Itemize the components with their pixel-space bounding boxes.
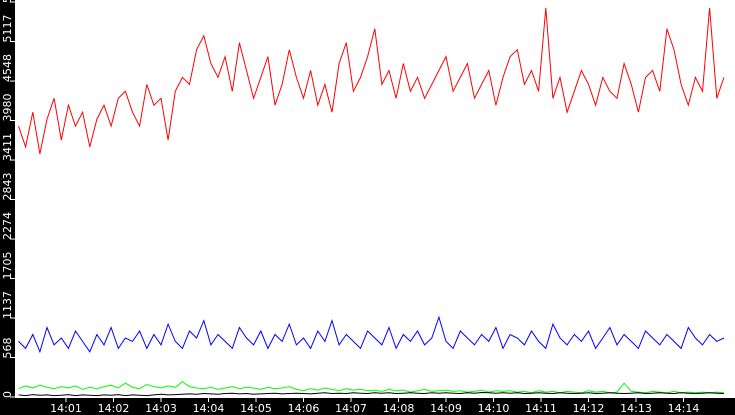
x-tick-label: 14:02	[98, 402, 130, 415]
line-chart: 0 568 1137 1705 2274 2843 3411 3980 4548 5117 5686…	[0, 0, 735, 415]
x-tick-label: 14:13	[620, 402, 652, 415]
x-tick-label: 14:05	[240, 402, 272, 415]
x-tick-label: 14:08	[383, 402, 415, 415]
y-tick-label: 568	[1, 338, 14, 359]
y-tick-label: 3411	[1, 133, 14, 161]
x-tick-label: 14:11	[525, 402, 557, 415]
y-tick-label: 2843	[1, 173, 14, 201]
x-tick-label: 14:06	[288, 402, 320, 415]
x-tick-label: 14:01	[50, 402, 82, 415]
y-tick-label: 2274	[1, 212, 14, 240]
x-tick-label: 14:04	[193, 402, 225, 415]
x-tick-label: 14:12	[573, 402, 605, 415]
y-tick-label: 0	[1, 391, 14, 398]
x-tick-label: 14:09	[430, 402, 462, 415]
y-tick-label: 1705	[1, 252, 14, 280]
y-tick-label: 1137	[1, 291, 14, 319]
x-tick-label: 14:10	[478, 402, 510, 415]
x-tick-label: 14:14	[668, 402, 700, 415]
y-tick-label: 4548	[1, 54, 14, 82]
x-tick-label: 14:07	[335, 402, 367, 415]
y-tick-label: 5686	[1, 0, 14, 3]
chart-svg: 0 568 1137 1705 2274 2843 3411 3980 4548 5117 5686…	[1, 0, 735, 415]
x-tick-label: 14:03	[145, 402, 177, 415]
y-tick-label: 3980	[1, 94, 14, 122]
y-tick-label: 5117	[1, 15, 14, 43]
